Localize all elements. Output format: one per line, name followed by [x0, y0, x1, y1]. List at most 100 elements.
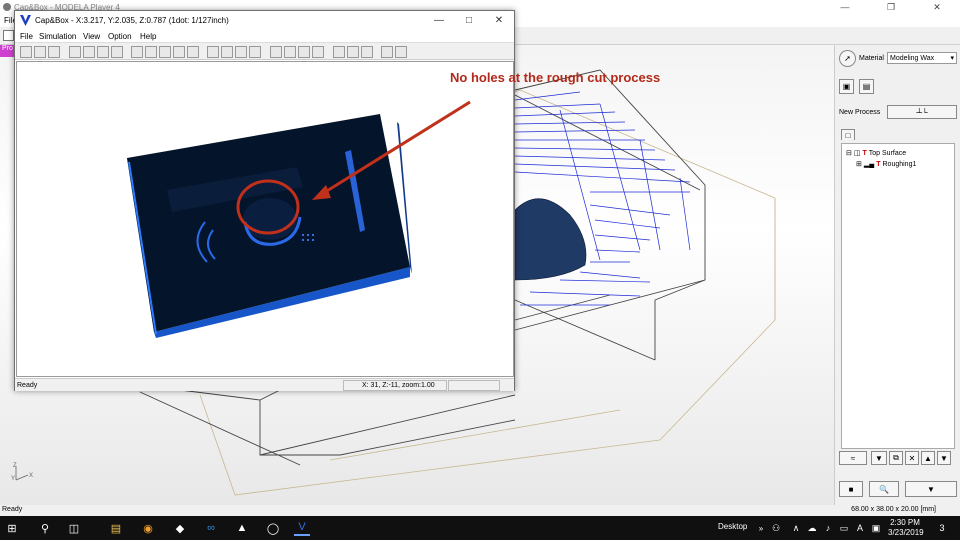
main-status-bar: Ready 68.00 x 38.00 x 20.00 [mm]: [0, 505, 960, 516]
tree-expander-icon[interactable]: ⊟: [846, 149, 852, 157]
input-language-icon[interactable]: A: [852, 520, 868, 536]
app-shape-icon[interactable]: ▲: [234, 520, 250, 536]
preview-cut-icon[interactable]: 🔍: [869, 481, 899, 497]
hatch-icon[interactable]: [221, 46, 233, 58]
grid-icon[interactable]: [235, 46, 247, 58]
app-circle-icon[interactable]: ◯: [265, 520, 281, 536]
modela-v-logo-icon: [20, 15, 31, 26]
red-t-icon: T: [862, 149, 867, 157]
xyz-axis-icon: Z Y X: [11, 463, 33, 482]
stop-icon[interactable]: ■: [839, 481, 863, 497]
battery-icon[interactable]: ▭: [836, 520, 852, 536]
chrome-icon[interactable]: ◉: [140, 520, 156, 536]
play-icon[interactable]: [97, 46, 109, 58]
capbox-simulation-view[interactable]: [16, 61, 514, 377]
svg-text:Y: Y: [11, 476, 15, 482]
zoom-extent-icon[interactable]: [312, 46, 324, 58]
tool-settings-icon[interactable]: [381, 46, 393, 58]
capbox-minimize-button[interactable]: —: [424, 13, 454, 27]
process-tree: ⊟ ◫ T Top Surface ⊞ ▂▄ T Roughing1: [841, 143, 955, 449]
axis-indicator: Z Y X: [8, 462, 38, 484]
model-settings-icon[interactable]: ▣: [839, 79, 854, 94]
menu-simulation[interactable]: Simulation: [39, 32, 76, 41]
view-rotate-icon[interactable]: [173, 46, 185, 58]
path-preview-icon[interactable]: ≈: [839, 451, 867, 465]
close-button[interactable]: ✕: [914, 0, 960, 14]
main-status-text: Ready: [2, 506, 23, 513]
maximize-button[interactable]: ❐: [868, 0, 914, 14]
model-dimensions: 68.00 x 38.00 x 20.00 [mm]: [851, 506, 936, 513]
tree-label: Roughing1: [882, 160, 917, 168]
search-icon[interactable]: ⚲: [37, 520, 53, 536]
render-icon[interactable]: [361, 46, 373, 58]
new-process-button[interactable]: ┴└: [887, 105, 957, 119]
view-front-icon[interactable]: [131, 46, 143, 58]
network-icon[interactable]: ☁: [804, 520, 820, 536]
stop-icon[interactable]: [83, 46, 95, 58]
shade-icon[interactable]: [347, 46, 359, 58]
action-center-icon[interactable]: ▣: [868, 520, 884, 536]
task-view-icon[interactable]: ◫: [66, 520, 82, 536]
view-iso-icon[interactable]: [145, 46, 157, 58]
move-down-icon[interactable]: ▼: [937, 451, 951, 465]
windows-taskbar: ⊞ ⚲ ◫ ▤ ◉ ◆ ∞ ▲ ◯ V Desktop » ⚇ ∧ ☁ ♪ ▭ …: [0, 516, 960, 540]
move-up-icon[interactable]: ▲: [921, 451, 935, 465]
modela-app-icon: [3, 3, 11, 11]
copy-icon[interactable]: ⧉: [889, 451, 903, 465]
new-file-icon[interactable]: [3, 30, 14, 41]
menu-file[interactable]: File: [20, 32, 33, 41]
menu-help[interactable]: Help: [140, 32, 156, 41]
view-box-icon[interactable]: [187, 46, 199, 58]
menu-view[interactable]: View: [83, 32, 100, 41]
red-t-icon: T: [876, 160, 881, 168]
volume-icon[interactable]: ♪: [820, 520, 836, 536]
save-icon[interactable]: [48, 46, 60, 58]
new-process-label: New Process: [839, 109, 881, 116]
step-icon[interactable]: [111, 46, 123, 58]
material-settings-icon[interactable]: ▤: [859, 79, 874, 94]
material-select[interactable]: Modeling Wax ▾: [887, 52, 957, 64]
tree-item-top-surface[interactable]: ⊟ ◫ T Top Surface: [846, 149, 907, 158]
arduino-icon[interactable]: ∞: [203, 520, 219, 536]
view-side-icon[interactable]: [159, 46, 171, 58]
material-label: Material: [859, 55, 884, 62]
windows-start-icon[interactable]: ⊞: [4, 520, 20, 536]
capbox-title-bar: Cap&Box - X:3.217, Y:2.035, Z:0.787 (1do…: [15, 11, 514, 30]
capbox-close-button[interactable]: ✕: [484, 13, 514, 27]
modela-taskbar-icon[interactable]: V: [294, 520, 310, 536]
compass-icon[interactable]: ➚: [839, 50, 856, 67]
tree-expander-icon[interactable]: ⊞: [856, 160, 862, 168]
zoom-fit-icon[interactable]: [207, 46, 219, 58]
capbox-maximize-button[interactable]: □: [454, 13, 484, 27]
target-icon[interactable]: [333, 46, 345, 58]
sphere-icon[interactable]: [249, 46, 261, 58]
tree-tab-icon[interactable]: □: [841, 129, 855, 140]
zoom-region-icon[interactable]: [298, 46, 310, 58]
clock-time: 2:30 PM: [890, 518, 920, 527]
delete-icon[interactable]: ✕: [905, 451, 919, 465]
menu-option[interactable]: Option: [108, 32, 132, 41]
minimize-button[interactable]: —: [822, 0, 868, 14]
people-icon[interactable]: ⚇: [768, 520, 784, 536]
process-tab[interactable]: Pro: [0, 45, 14, 57]
new-icon[interactable]: [20, 46, 32, 58]
chevron-up-icon[interactable]: »: [753, 520, 769, 536]
tree-label: Top Surface: [868, 149, 907, 157]
open-icon[interactable]: [34, 46, 46, 58]
tool-icon[interactable]: ▼: [871, 451, 887, 465]
taskbar-clock[interactable]: 2:30 PM 3/23/2019: [888, 518, 924, 538]
rewind-icon[interactable]: [69, 46, 81, 58]
cut-button[interactable]: ▼: [905, 481, 957, 497]
file-explorer-icon[interactable]: ▤: [108, 520, 124, 536]
hidden-icons-icon[interactable]: ∧: [788, 520, 804, 536]
light-icon[interactable]: [395, 46, 407, 58]
zoom-out-icon[interactable]: [284, 46, 296, 58]
tree-item-roughing1[interactable]: ⊞ ▂▄ T Roughing1: [856, 160, 917, 169]
layer-icon: ◫: [853, 150, 861, 157]
desktop-toolbar-label[interactable]: Desktop: [718, 522, 747, 531]
capbox-toolbar: [15, 42, 514, 60]
app-diamond-icon[interactable]: ◆: [172, 520, 188, 536]
capbox-title: Cap&Box - X:3.217, Y:2.035, Z:0.787 (1do…: [35, 16, 229, 25]
zoom-in-icon[interactable]: [270, 46, 282, 58]
notification-icon[interactable]: 3: [934, 520, 950, 536]
